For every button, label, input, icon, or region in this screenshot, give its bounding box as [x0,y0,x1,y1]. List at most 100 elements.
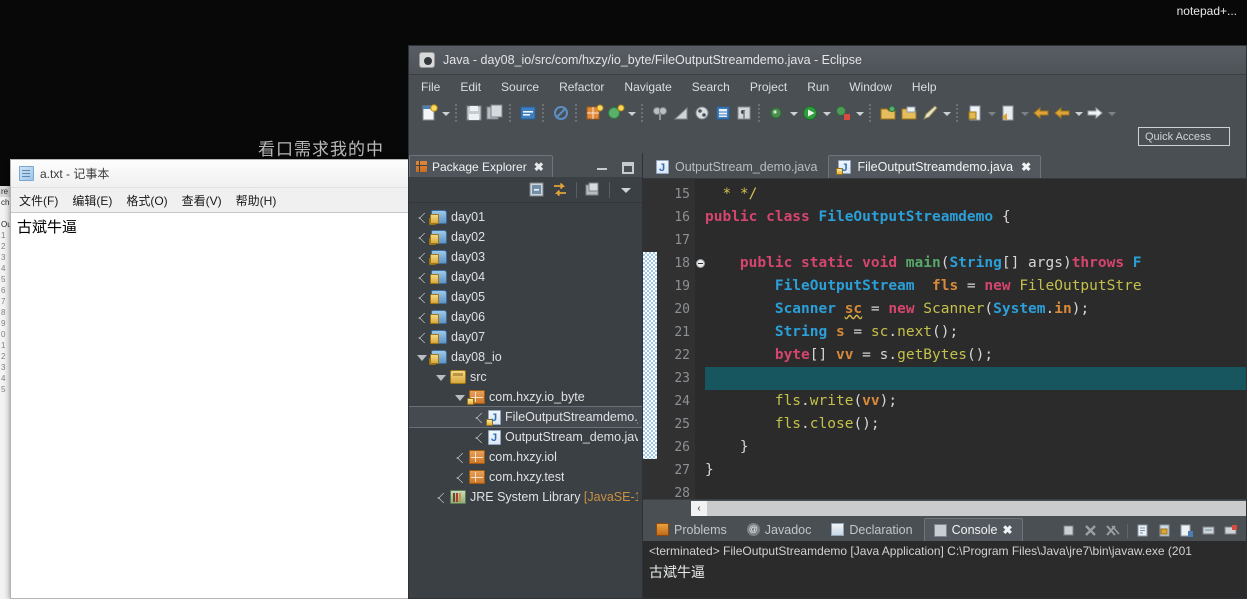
tree-item-com-hxzy-test[interactable]: com.hxzy.test [409,467,642,487]
new-class-dropdown-icon[interactable] [626,104,637,122]
debug-perspective-icon[interactable] [692,103,712,123]
edit-pencil-icon[interactable] [920,103,940,123]
source-code[interactable]: * */public class FileOutputStreamdemo { … [705,183,1246,499]
close-icon[interactable]: ✖ [1021,160,1031,174]
paragraph-marks-icon[interactable]: ¶ [734,103,754,123]
twisty-collapsed-icon[interactable] [415,291,427,303]
new-wizard-dropdown-icon[interactable] [440,104,451,122]
debug-dropdown-icon[interactable] [854,104,865,122]
open-resource-icon[interactable] [899,103,919,123]
notepad-titlebar[interactable]: a.txt - 记事本 [11,160,409,188]
remove-all-launches-icon[interactable] [1105,523,1120,538]
tree-item-day01[interactable]: day01 [409,207,642,227]
notepad-window[interactable]: a.txt - 记事本 文件(F) 编辑(E) 格式(O) 查看(V) 帮助(H… [10,159,410,599]
edit-dropdown-icon[interactable] [941,104,952,122]
twisty-collapsed-icon[interactable] [472,411,484,423]
table-view-icon[interactable] [713,103,733,123]
editor-folding-bar[interactable] [695,179,705,499]
back-dropdown-icon[interactable] [1073,104,1084,122]
menu-navigate[interactable]: Navigate [624,80,671,94]
tree-item-day02[interactable]: day02 [409,227,642,247]
tree-item-outputstream-demo-java[interactable]: OutputStream_demo.java [409,427,642,447]
link-with-editor-icon[interactable] [550,180,570,199]
menu-refactor[interactable]: Refactor [559,80,604,94]
clear-console-icon[interactable] [1135,523,1150,538]
console-output-area[interactable]: <terminated> FileOutputStreamdemo [Java … [643,541,1246,598]
project-tree[interactable]: day01 day02 day03 day04 day05 day06 day07 day08… [409,203,642,598]
tree-item-day08-io[interactable]: day08_io [409,347,642,367]
console-tab-console[interactable]: Console ✖ [923,518,1023,541]
notepad-menu-help[interactable]: 帮助(H) [236,192,277,209]
open-console-icon[interactable] [1223,523,1238,538]
forward-dropdown-icon[interactable] [1106,104,1117,122]
eclipse-menubar[interactable]: File Edit Source Refactor Navigate Searc… [409,75,1246,99]
tree-item-day07[interactable]: day07 [409,327,642,347]
menu-project[interactable]: Project [750,80,787,94]
eclipse-toolbar[interactable]: ¶ [409,99,1246,127]
twisty-expanded-icon[interactable] [415,351,427,363]
menu-search[interactable]: Search [692,80,730,94]
tree-item-com-hxzy-io-byte[interactable]: com.hxzy.io_byte [409,387,642,407]
tab-package-explorer[interactable]: Package Explorer ✖ [409,155,553,177]
twisty-collapsed-icon[interactable] [415,231,427,243]
view-menu-filter-icon[interactable] [583,180,603,199]
editor-tab-fileoutputstreamdemo[interactable]: FileOutputStreamdemo.java ✖ [828,155,1042,178]
run-icon[interactable] [800,103,820,123]
notepad-menu-format[interactable]: 格式(O) [126,192,167,209]
view-menu-chevron-down-icon[interactable] [616,180,636,199]
scroll-left-icon[interactable]: ‹ [691,501,707,516]
last-edit-dropdown-icon[interactable] [1019,104,1030,122]
tree-item-com-hxzy-iol[interactable]: com.hxzy.iol [409,447,642,467]
forward-icon[interactable] [1085,103,1105,123]
twisty-collapsed-icon[interactable] [415,311,427,323]
tree-item-day05[interactable]: day05 [409,287,642,307]
new-wizard-icon[interactable] [419,103,439,123]
menu-window[interactable]: Window [849,80,892,94]
console-tab-declaration[interactable]: Declaration [822,518,921,541]
menu-edit[interactable]: Edit [460,80,481,94]
console-toolbar[interactable] [1061,523,1238,538]
quick-access-input[interactable]: Quick Access [1138,127,1230,146]
external-tools-dropdown-icon[interactable] [788,104,799,122]
forward-history-icon[interactable] [1052,103,1072,123]
new-untitled-text-icon[interactable] [965,103,985,123]
close-icon[interactable]: ✖ [534,160,544,174]
twisty-collapsed-icon[interactable] [415,331,427,343]
debug-icon[interactable] [833,103,853,123]
fold-collapse-icon[interactable] [696,259,705,268]
console-tab-javadoc[interactable]: @ Javadoc [738,518,821,541]
code-editor-surface[interactable]: 15 16 17 18 19 20 21 22 23 24 25 26 27 28 * */ public … [643,178,1246,499]
notepad-text-area[interactable]: 古斌牛逼 [11,212,409,598]
notepad-menu-edit[interactable]: 编辑(E) [72,192,112,209]
new-java-class-icon[interactable] [605,103,625,123]
twisty-collapsed-icon[interactable] [415,251,427,263]
scrollbar-track[interactable] [691,501,1246,516]
last-edit-location-icon[interactable] [998,103,1018,123]
save-icon[interactable] [464,103,484,123]
twisty-collapsed-icon[interactable] [472,431,484,443]
twisty-collapsed-icon[interactable] [453,471,465,483]
twisty-collapsed-icon[interactable] [434,491,446,503]
terminate-icon[interactable] [1061,523,1076,538]
editor-horizontal-scrollbar[interactable]: ‹ [643,499,1246,516]
console-tabbar[interactable]: Problems @ Javadoc Declaration Console ✖ [643,516,1246,541]
new-java-package-icon[interactable] [584,103,604,123]
menu-file[interactable]: File [421,80,440,94]
twisty-expanded-icon[interactable] [434,371,446,383]
eclipse-window[interactable]: Java - day08_io/src/com/hxzy/io_byte/Fil… [408,45,1247,599]
twisty-expanded-icon[interactable] [453,391,465,403]
tree-item-src[interactable]: src [409,367,642,387]
pin-console-icon[interactable] [1179,523,1194,538]
eclipse-titlebar[interactable]: Java - day08_io/src/com/hxzy/io_byte/Fil… [409,46,1246,75]
tree-item-day03[interactable]: day03 [409,247,642,267]
menu-help[interactable]: Help [912,80,937,94]
notepad-menubar[interactable]: 文件(F) 编辑(E) 格式(O) 查看(V) 帮助(H) [11,188,409,212]
collapse-all-icon[interactable] [527,180,547,199]
tree-item-jre-system-library[interactable]: JRE System Library [JavaSE-1 [409,487,642,507]
skip-breakpoints-icon[interactable] [551,103,571,123]
notepad-menu-view[interactable]: 查看(V) [182,192,222,209]
open-folder-icon[interactable] [878,103,898,123]
back-icon[interactable] [1031,103,1051,123]
format-icon[interactable] [518,103,538,123]
editor-tabbar[interactable]: OutputStream_demo.java FileOutputStreamde… [643,153,1246,178]
